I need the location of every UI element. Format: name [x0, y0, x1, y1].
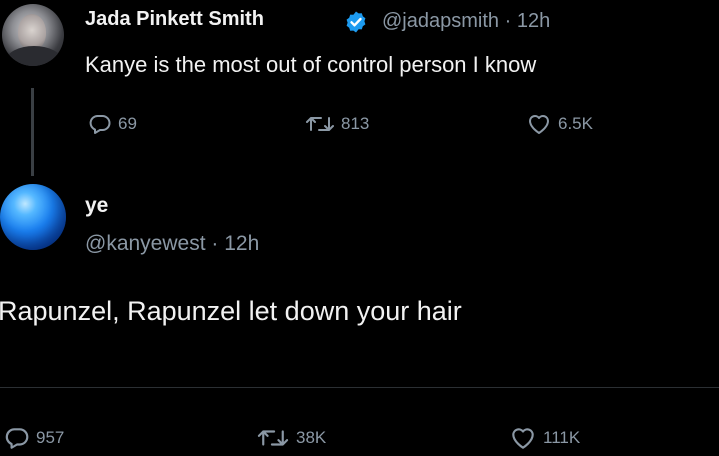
tweet-text: Kanye is the most out of control person …: [85, 52, 537, 77]
reply-count: 957: [36, 428, 65, 447]
reply-button[interactable]: 957: [4, 425, 64, 451]
reply-icon: [88, 112, 112, 136]
retweet-button[interactable]: 38K: [256, 425, 326, 451]
avatar-jada[interactable]: [2, 4, 64, 66]
meta-separator: ·: [211, 232, 219, 255]
heart-icon: [509, 425, 537, 451]
author-name[interactable]: ye: [85, 194, 108, 218]
retweet-icon: [256, 425, 290, 451]
meta-separator: ·: [504, 10, 512, 32]
avatar-ye[interactable]: [0, 184, 66, 250]
tweet-time[interactable]: 12h: [224, 232, 259, 255]
like-count: 6.5K: [558, 114, 593, 133]
author-handle[interactable]: @jadapsmith: [382, 10, 499, 32]
reply-count: 69: [118, 114, 137, 133]
retweet-count: 38K: [296, 428, 327, 447]
retweet-count: 813: [341, 114, 370, 133]
tweet-time[interactable]: 12h: [517, 10, 550, 32]
avatar-shoulders: [6, 46, 62, 66]
tweet-meta: @kanyewest · 12h: [85, 232, 259, 256]
tweet-text: Rapunzel, Rapunzel let down your hair: [0, 296, 462, 326]
verified-badge-icon: [344, 10, 368, 34]
author-name[interactable]: Jada Pinkett Smith: [85, 8, 264, 31]
tweet-meta: @jadapsmith · 12h: [382, 10, 550, 33]
avatar-face: [18, 14, 46, 50]
thread-connector-line: [31, 88, 34, 176]
like-button[interactable]: 111K: [509, 425, 580, 451]
reply-icon: [4, 425, 30, 451]
divider: [0, 387, 719, 388]
like-count: 111K: [543, 428, 581, 447]
like-button[interactable]: 6.5K: [526, 112, 593, 136]
heart-icon: [526, 112, 552, 136]
author-handle[interactable]: @kanyewest: [85, 232, 206, 255]
retweet-icon: [305, 112, 335, 136]
retweet-button[interactable]: 813: [305, 112, 369, 136]
reply-button[interactable]: 69: [88, 112, 137, 136]
